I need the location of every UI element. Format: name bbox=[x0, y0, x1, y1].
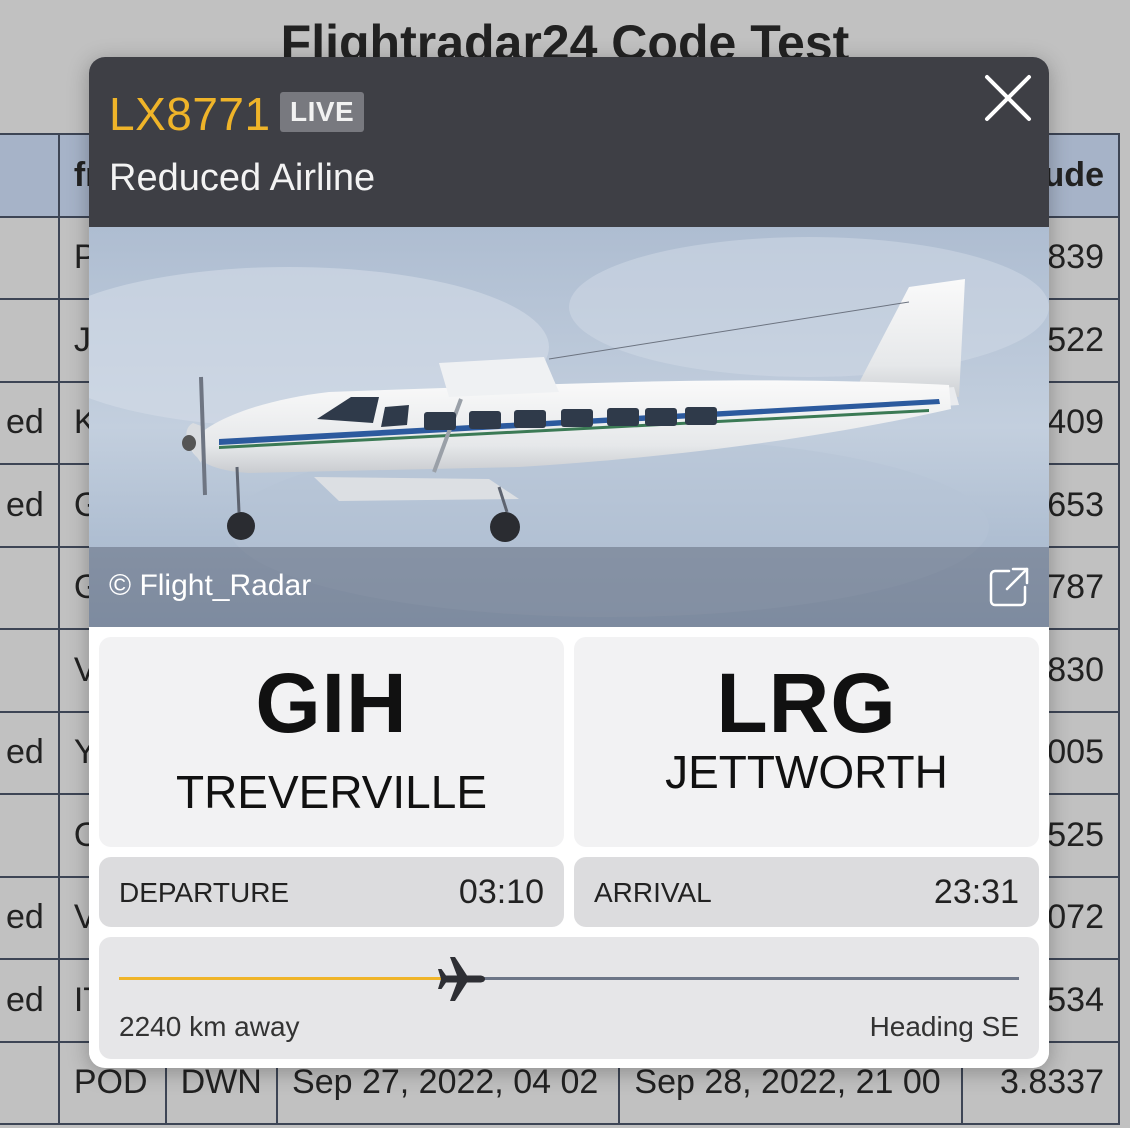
origin-city: TREVERVILLE bbox=[175, 766, 488, 818]
arrival-time: 23:31 bbox=[933, 873, 1019, 911]
origin-airport-card: GIH TREVERVILLE bbox=[99, 637, 564, 847]
photo-credit-bar: © Flight_Radar bbox=[89, 547, 1049, 627]
close-button[interactable] bbox=[981, 71, 1035, 125]
flight-callsign: LX8771 bbox=[109, 88, 271, 140]
table-cell bbox=[0, 1040, 60, 1125]
progress-track bbox=[119, 977, 1019, 980]
table-cell: ed bbox=[0, 710, 60, 795]
live-badge: LIVE bbox=[280, 92, 365, 132]
departure-label: DEPARTURE bbox=[119, 877, 290, 908]
table-cell: ed bbox=[0, 463, 60, 548]
external-link-icon bbox=[989, 567, 1029, 607]
table-cell bbox=[0, 628, 60, 713]
airports-row: GIH TREVERVILLE LRG JETTWORTH bbox=[99, 637, 1039, 847]
departure-time-card: DEPARTURE 03:10 bbox=[99, 857, 564, 927]
airline-name: Reduced Airline bbox=[109, 157, 376, 199]
flight-details: GIH TREVERVILLE LRG JETTWORTH DEPARTURE … bbox=[89, 627, 1049, 1059]
open-photo-link[interactable] bbox=[987, 565, 1031, 609]
progress-fill bbox=[119, 977, 461, 980]
origin-code: GIH bbox=[255, 656, 408, 750]
popup-header: LX8771 LIVE Reduced Airline bbox=[89, 57, 1049, 227]
table-cell: ed bbox=[0, 958, 60, 1043]
table-cell: ed bbox=[0, 380, 60, 465]
times-row: DEPARTURE 03:10 ARRIVAL 23:31 bbox=[99, 857, 1039, 927]
table-cell: ed bbox=[0, 875, 60, 960]
aircraft-photo: © Flight_Radar bbox=[89, 227, 1049, 627]
destination-city: JETTWORTH bbox=[665, 746, 948, 798]
flight-progress-card: 2240 km away Heading SE bbox=[99, 937, 1039, 1059]
flight-popup: LX8771 LIVE Reduced Airline © Flight_Rad… bbox=[89, 57, 1049, 1068]
table-cell bbox=[0, 298, 60, 383]
arrival-label: ARRIVAL bbox=[594, 877, 712, 908]
heading-text: Heading SE bbox=[869, 1011, 1019, 1042]
close-icon bbox=[985, 75, 1031, 121]
table-header-cell bbox=[0, 133, 60, 218]
arrival-time-card: ARRIVAL 23:31 bbox=[574, 857, 1039, 927]
table-cell bbox=[0, 215, 60, 300]
table-cell bbox=[0, 793, 60, 878]
airplane-icon bbox=[438, 957, 485, 1001]
photo-credit: © Flight_Radar bbox=[109, 569, 312, 602]
destination-code: LRG bbox=[716, 656, 897, 750]
departure-time: 03:10 bbox=[458, 873, 544, 911]
destination-airport-card: LRG JETTWORTH bbox=[574, 637, 1039, 847]
table-cell bbox=[0, 545, 60, 630]
distance-remaining: 2240 km away bbox=[119, 1011, 300, 1042]
